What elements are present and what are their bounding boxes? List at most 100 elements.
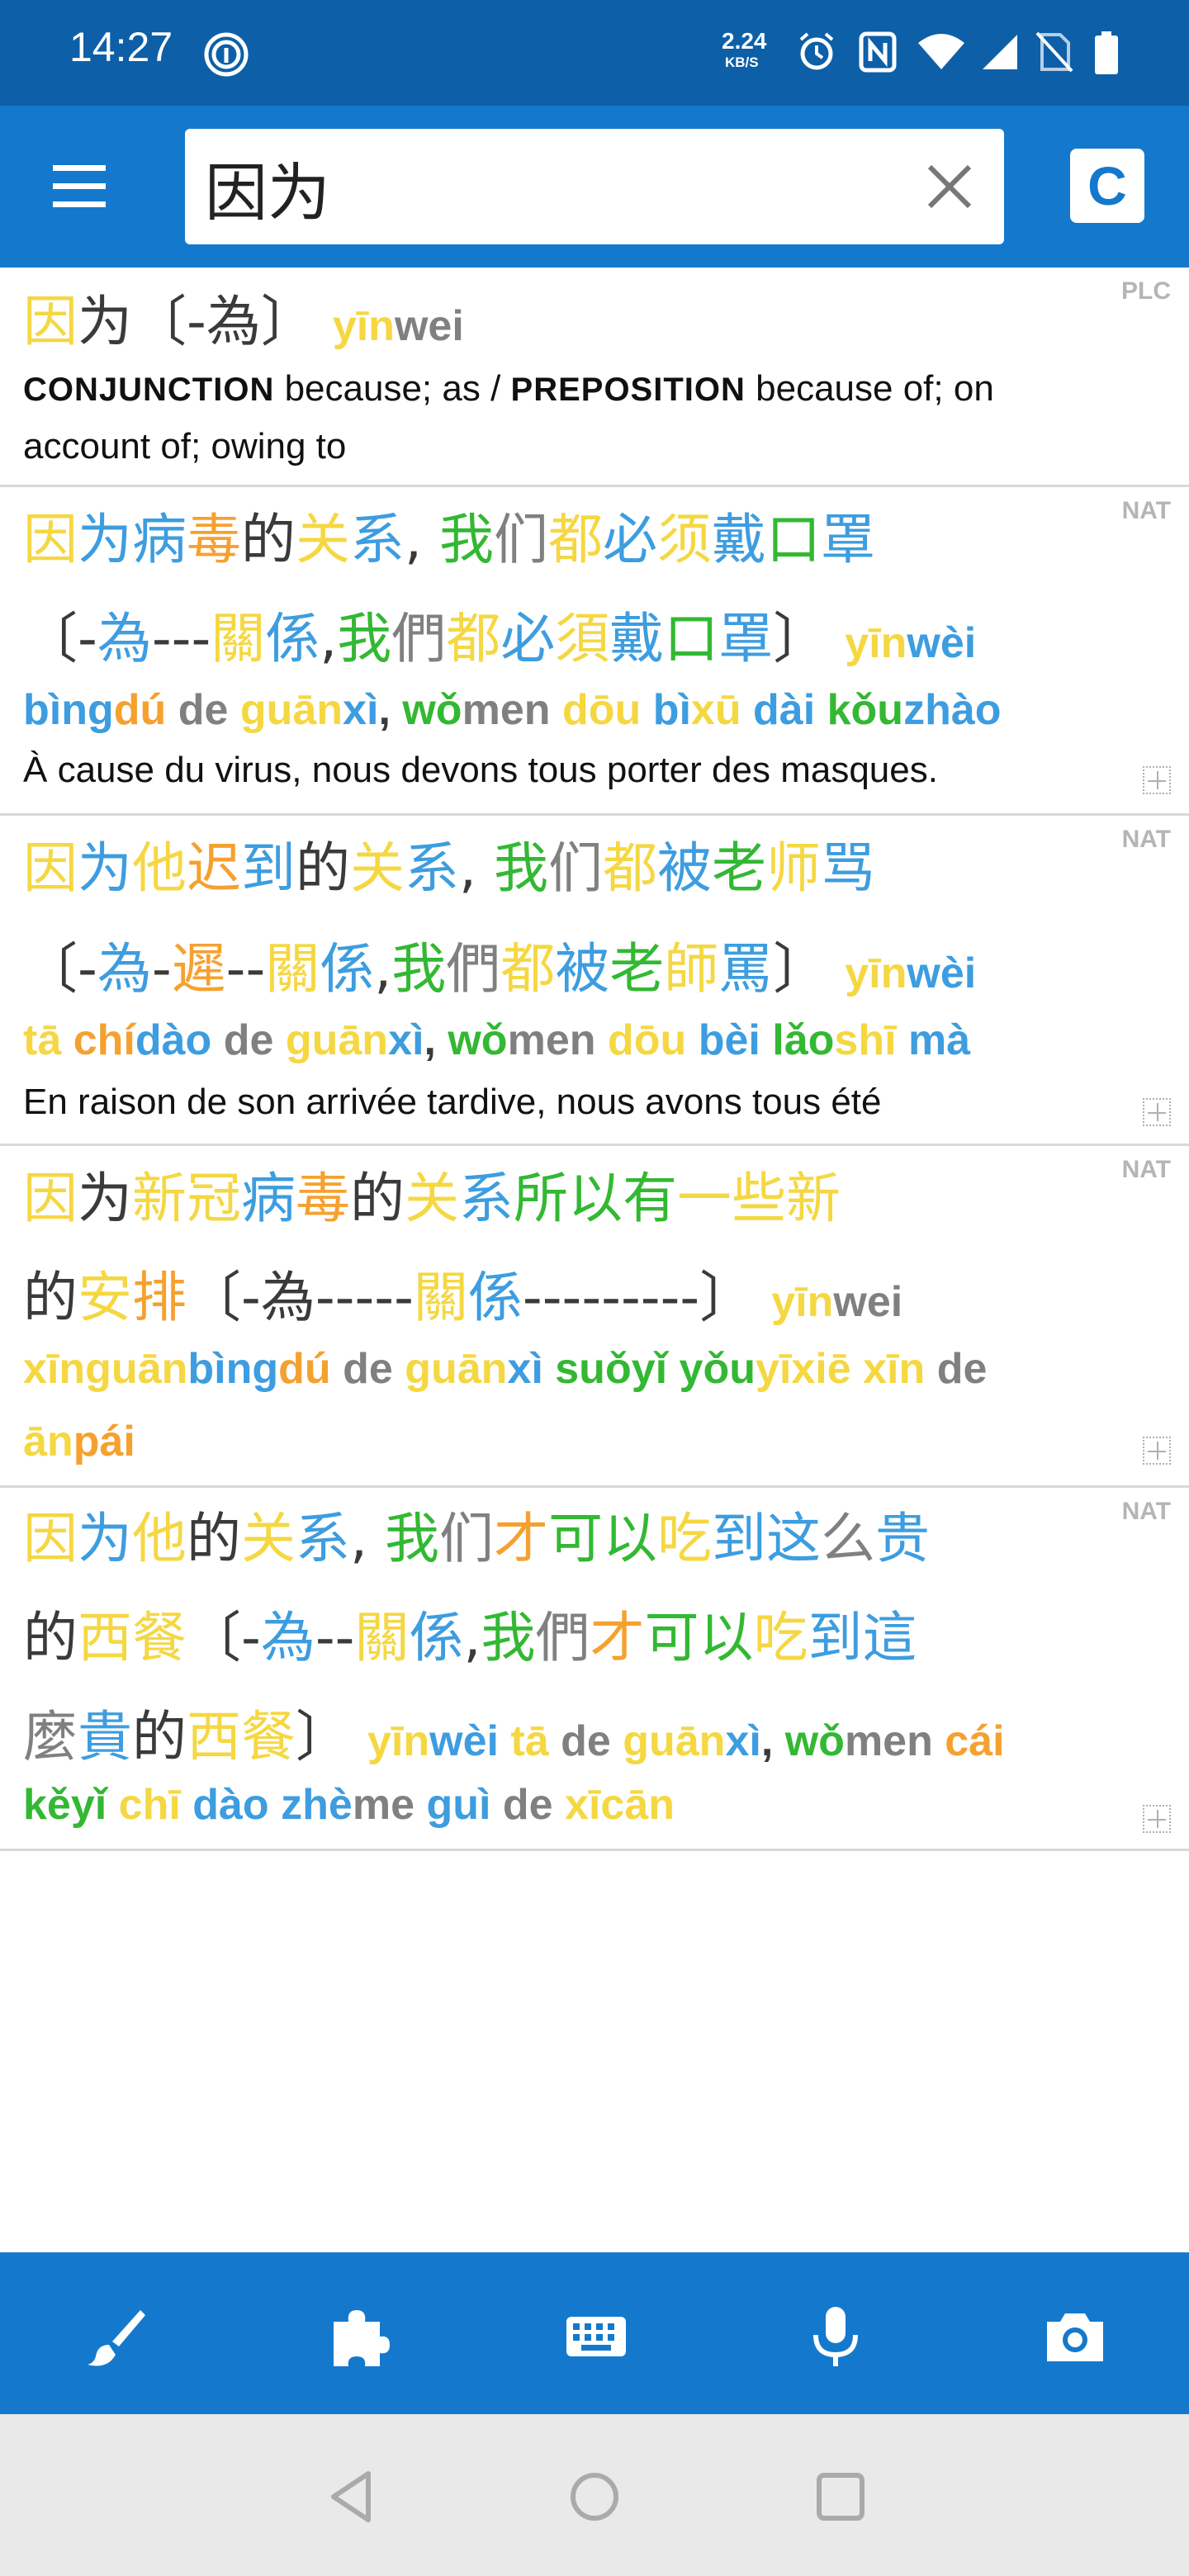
segment: cān bbox=[600, 1781, 675, 1829]
segment: wèi bbox=[429, 1717, 499, 1765]
definition-line: account of; owing to bbox=[23, 426, 346, 467]
segment bbox=[827, 607, 845, 670]
segment: , bbox=[405, 508, 439, 571]
result-entry[interactable]: NAT 因为他的关系, 我们才可以吃到这么贵 的西餐〔-為--關係,我們才可以吃… bbox=[0, 1488, 1189, 1851]
segment: 〔- bbox=[187, 1606, 261, 1669]
segment: 〔- bbox=[132, 290, 206, 353]
segment: 〕 bbox=[296, 1705, 350, 1769]
example-traditional-line: 麼貴的西餐〕 yīnwèi tā de guānxì, wǒmen cái bbox=[23, 1693, 1005, 1772]
segment: yīn bbox=[845, 949, 907, 997]
segment: me bbox=[352, 1781, 414, 1829]
segment: 餐 bbox=[241, 1705, 296, 1769]
example-pinyin-line: ānpái bbox=[23, 1417, 135, 1466]
script-mode-button[interactable]: C bbox=[1070, 149, 1144, 223]
segment: 因 bbox=[23, 836, 78, 900]
expand-icon[interactable] bbox=[1143, 1098, 1171, 1126]
segment: 們 bbox=[535, 1606, 590, 1669]
network-speed-unit: KB/S bbox=[725, 54, 759, 70]
result-entry[interactable]: NAT 因为病毒的关系, 我们都必须戴口罩 〔-為---關係,我們都必須戴口罩〕… bbox=[0, 487, 1189, 816]
example-hanzi-line: 因为新冠病毒的关系所以有一些新 bbox=[23, 1154, 841, 1234]
segment: dōu bbox=[595, 1016, 699, 1064]
segment: 西 bbox=[187, 1705, 241, 1769]
segment: yǐ bbox=[631, 1345, 680, 1393]
search-input[interactable] bbox=[203, 139, 917, 236]
segment: 排 bbox=[132, 1266, 187, 1329]
segment: , bbox=[350, 1507, 385, 1570]
segment: 们 bbox=[547, 836, 603, 900]
result-entry[interactable]: NAT 因为他迟到的关系, 我们都被老师骂 〔-為-遲--關係,我們都被老師罵〕… bbox=[0, 816, 1189, 1146]
camera-icon[interactable] bbox=[1042, 2304, 1108, 2370]
segment: , bbox=[459, 836, 494, 900]
segment: 为 bbox=[78, 1507, 132, 1570]
segment bbox=[827, 937, 845, 1001]
network-speed-value: 2.24 bbox=[722, 28, 767, 54]
result-entry[interactable]: PLC 因为〔-為〕 yīnwei CONJUNCTION because; a… bbox=[0, 268, 1189, 487]
segment: 這 bbox=[862, 1606, 917, 1669]
segment: 的 bbox=[296, 836, 350, 900]
example-hanzi-line: 因为他的关系, 我们才可以吃到这么贵 bbox=[23, 1494, 930, 1574]
segment: 因 bbox=[23, 508, 78, 571]
example-traditional-line: 的西餐〔-為--關係,我們才可以吃到這 bbox=[23, 1593, 917, 1673]
segment: 骂 bbox=[820, 836, 875, 900]
segment: 我 bbox=[337, 607, 392, 670]
segment: 師 bbox=[664, 937, 719, 1001]
puzzle-icon[interactable] bbox=[325, 2304, 391, 2370]
segment: 我 bbox=[391, 937, 447, 1001]
segment: de bbox=[925, 1345, 988, 1393]
keyboard-icon[interactable] bbox=[563, 2304, 629, 2370]
expand-icon[interactable] bbox=[1143, 1437, 1171, 1465]
segment: xì bbox=[507, 1345, 543, 1393]
brush-icon[interactable] bbox=[84, 2304, 150, 2370]
expand-icon[interactable] bbox=[1143, 1805, 1171, 1833]
segment: wǒ bbox=[448, 1016, 508, 1064]
segment: yīn bbox=[771, 1278, 834, 1326]
segment: -- bbox=[315, 1606, 355, 1669]
segment: 关 bbox=[405, 1167, 459, 1230]
segment: 的 bbox=[187, 1507, 241, 1570]
segment: 的 bbox=[350, 1167, 405, 1230]
example-hanzi-line: 因为他迟到的关系, 我们都被老师骂 bbox=[23, 824, 875, 903]
search-box bbox=[185, 129, 1004, 244]
segment: 關 bbox=[265, 937, 320, 1001]
segment: 关 bbox=[350, 836, 405, 900]
expand-icon[interactable] bbox=[1143, 766, 1171, 794]
entry-source-tag: PLC bbox=[1121, 277, 1171, 305]
recents-icon[interactable] bbox=[808, 2464, 874, 2530]
segment: 的 bbox=[132, 1705, 187, 1769]
segment: xiē bbox=[791, 1345, 851, 1393]
segment: 贵 bbox=[874, 1507, 930, 1570]
example-pinyin-line: tā chídào de guānxì, wǒmen dōu bèi lǎosh… bbox=[23, 1016, 970, 1065]
segment: 都 bbox=[602, 836, 657, 900]
menu-icon[interactable] bbox=[48, 160, 114, 213]
segment: dào bbox=[180, 1781, 269, 1829]
segment: 些 bbox=[732, 1167, 786, 1230]
result-entry[interactable]: NAT 因为新冠病毒的关系所以有一些新 的安排〔-為-----關係-------… bbox=[0, 1146, 1189, 1488]
segment: dú bbox=[278, 1345, 331, 1393]
segment: 罩 bbox=[718, 607, 774, 670]
segment: 系 bbox=[459, 1167, 514, 1230]
segment: 吃 bbox=[656, 1507, 712, 1570]
segment: mà bbox=[896, 1016, 971, 1064]
segment: 可 bbox=[547, 1507, 603, 1570]
segment: 為 bbox=[97, 607, 152, 670]
segment: 毒 bbox=[187, 508, 241, 571]
segment: chí bbox=[73, 1016, 135, 1064]
segment: kě bbox=[23, 1781, 71, 1829]
segment: 以 bbox=[699, 1606, 754, 1669]
segment: 须 bbox=[656, 508, 712, 571]
segment: de bbox=[166, 686, 240, 734]
segment: men bbox=[844, 1717, 933, 1765]
home-icon[interactable] bbox=[561, 2464, 628, 2530]
close-icon[interactable] bbox=[917, 154, 983, 220]
segment: guān bbox=[239, 686, 343, 734]
battery-icon bbox=[1095, 31, 1118, 74]
system-nav-bar bbox=[0, 2414, 1189, 2576]
status-time: 14:27 bbox=[69, 24, 173, 70]
segment: 口 bbox=[765, 508, 821, 571]
segment: 关 bbox=[296, 508, 350, 571]
segment: 〔- bbox=[23, 937, 97, 1001]
gloss-text: En raison de son arrivée tardive, nous a… bbox=[23, 1082, 882, 1122]
segment: guì bbox=[414, 1781, 491, 1829]
microphone-icon[interactable] bbox=[803, 2304, 869, 2370]
back-icon[interactable] bbox=[319, 2464, 385, 2530]
